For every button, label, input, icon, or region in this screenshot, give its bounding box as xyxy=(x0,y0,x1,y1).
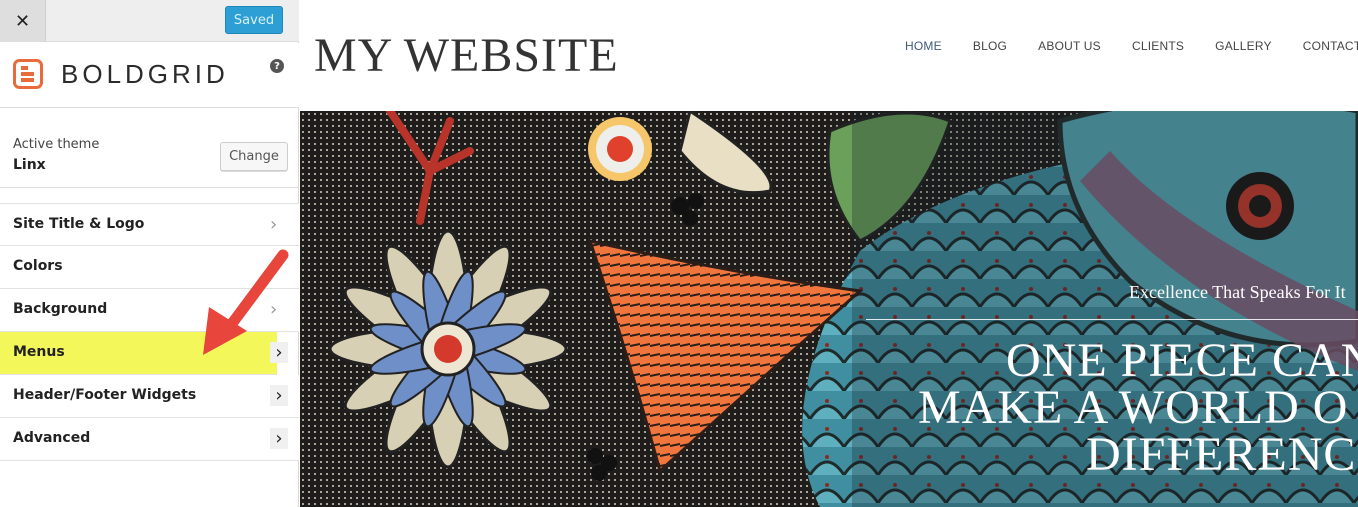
section-site-title-logo[interactable]: Site Title & Logo › xyxy=(0,203,299,246)
hero-banner: Excellence That Speaks For It ONE PIECE … xyxy=(300,111,1358,507)
active-theme-name: Linx xyxy=(13,157,46,173)
section-label: Menus xyxy=(13,344,65,360)
section-label: Colors xyxy=(13,258,63,274)
help-icon[interactable]: ? xyxy=(270,59,284,73)
site-preview: MY WEBSITE HOME BLOG ABOUT US CLIENTS GA… xyxy=(300,0,1358,507)
hero-heading-line: DIFFERENC xyxy=(1086,428,1357,481)
chevron-right-icon: › xyxy=(270,428,288,449)
section-label: Site Title & Logo xyxy=(13,216,145,232)
section-header-footer-widgets[interactable]: Header/Footer Widgets › xyxy=(0,375,299,418)
section-colors[interactable]: Colors xyxy=(0,246,299,289)
hero-heading-line: MAKE A WORLD O xyxy=(918,381,1349,434)
hero-tagline: Excellence That Speaks For It xyxy=(1129,282,1346,302)
customizer-header: ✕ Saved xyxy=(0,0,299,42)
change-theme-button[interactable]: Change xyxy=(220,142,288,171)
section-advanced[interactable]: Advanced › xyxy=(0,418,299,461)
site-navigation: HOME BLOG ABOUT US CLIENTS GALLERY CONTA… xyxy=(905,35,1358,54)
customizer-sidebar: ✕ Saved BOLDGRID ? Active theme Linx Cha… xyxy=(0,0,299,507)
brand-header: BOLDGRID xyxy=(0,43,299,108)
active-theme-panel: Active theme Linx Change xyxy=(0,109,299,188)
hero-heading: ONE PIECE CAN MAKE A WORLD O DIFFERENC xyxy=(900,334,1358,481)
nav-link-blog[interactable]: BLOG xyxy=(973,39,1007,53)
active-theme-label: Active theme xyxy=(13,137,100,152)
saved-button[interactable]: Saved xyxy=(225,6,283,34)
nav-link-contact-us[interactable]: CONTACT US xyxy=(1303,39,1358,53)
site-title[interactable]: MY WEBSITE xyxy=(314,28,619,83)
nav-link-home[interactable]: HOME xyxy=(905,39,942,53)
nav-link-gallery[interactable]: GALLERY xyxy=(1215,39,1272,53)
section-label: Advanced xyxy=(13,430,91,446)
section-label: Background xyxy=(13,301,108,317)
chevron-right-icon: › xyxy=(270,342,288,363)
customizer-section-list: Site Title & Logo › Colors Background › … xyxy=(0,203,299,461)
nav-link-clients[interactable]: CLIENTS xyxy=(1132,39,1184,53)
boldgrid-logo-icon xyxy=(13,59,43,89)
section-label: Header/Footer Widgets xyxy=(13,387,197,403)
close-icon[interactable]: ✕ xyxy=(0,0,46,42)
section-background[interactable]: Background › xyxy=(0,289,299,332)
chevron-right-icon: › xyxy=(270,299,278,320)
section-menus[interactable]: Menus › xyxy=(0,332,288,375)
brand-name: BOLDGRID xyxy=(61,59,229,89)
hero-heading-line: ONE PIECE CAN xyxy=(1006,334,1358,387)
nav-link-about-us[interactable]: ABOUT US xyxy=(1038,39,1101,53)
chevron-right-icon: › xyxy=(270,385,288,406)
hero-divider xyxy=(866,319,1358,320)
chevron-right-icon: › xyxy=(270,214,278,235)
